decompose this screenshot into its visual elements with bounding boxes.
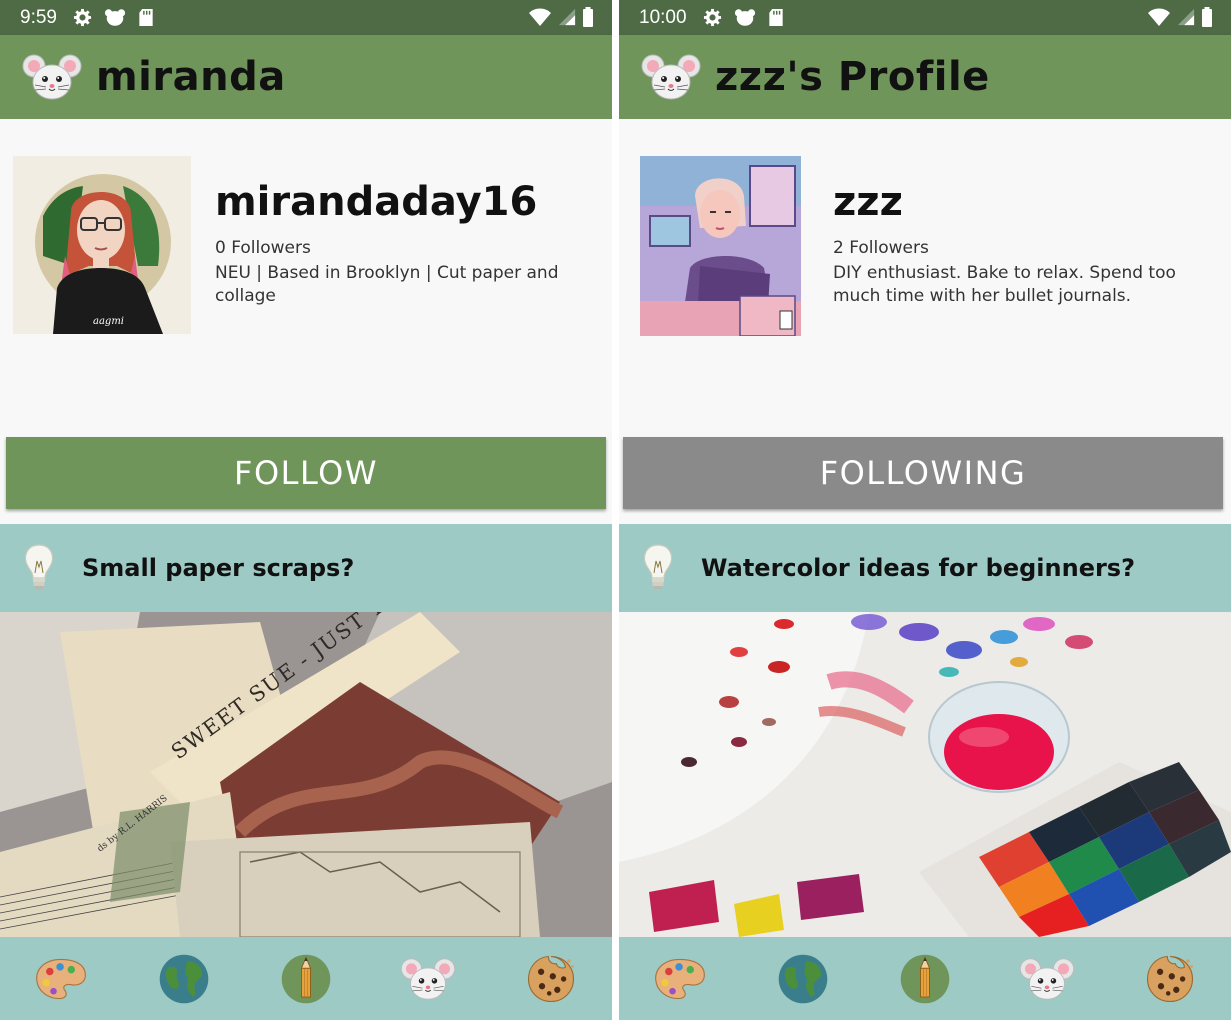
palette-icon [652,955,708,1003]
mouse-icon [400,956,456,1002]
post-image[interactable] [619,612,1231,937]
app-bar: zzz's Profile [619,35,1231,119]
globe-icon [776,952,830,1006]
username: mirandaday16 [215,179,538,225]
post-question: Watercolor ideas for beginners? [701,554,1136,582]
pencil-icon [279,952,333,1006]
wifi-icon [1147,7,1171,27]
bear-icon [104,8,126,27]
cookie-icon [524,952,578,1006]
mouse-icon [1019,956,1075,1002]
profile-info: mirandaday16 0 Followers NEU | Based in … [215,177,585,308]
bio: NEU | Based in Brooklyn | Cut paper and … [215,263,559,306]
sd-card-icon [138,8,154,27]
nav-pencil[interactable] [276,949,336,1009]
wifi-icon [528,7,552,27]
profile-screen-zzz: 10:00 zzz's Profile zzz 2 Followers DIY … [619,0,1231,1020]
post-header[interactable]: Small paper scraps? [0,524,612,612]
post-header[interactable]: Watercolor ideas for beginners? [619,524,1231,612]
gear-icon [73,8,92,27]
follow-button[interactable]: FOLLOW [6,437,606,509]
bear-icon [734,8,756,27]
status-bar: 9:59 [0,0,612,35]
profile-header: zzz 2 Followers DIY enthusiast. Bake to … [619,119,1231,437]
sd-card-icon [768,8,784,27]
globe-icon [157,952,211,1006]
bottom-navigation [619,937,1231,1020]
bio: DIY enthusiast. Bake to relax. Spend too… [833,263,1176,306]
nav-mouse[interactable] [1017,949,1077,1009]
status-time: 9:59 [20,6,57,28]
followers-count[interactable]: 2 Followers [833,237,1203,259]
status-bar: 10:00 [619,0,1231,35]
post-image[interactable]: SWEET SUE - JUST YO ds by R.L. HARRIS [0,612,612,937]
nav-globe[interactable] [154,949,214,1009]
battery-icon [582,7,594,27]
username: zzz [833,179,903,225]
svg-text:aagmi: aagmi [93,316,124,327]
nav-palette[interactable] [650,949,710,1009]
followers-count[interactable]: 0 Followers [215,237,585,259]
nav-cookie[interactable] [1140,949,1200,1009]
gear-icon [703,8,722,27]
lightbulb-icon [641,543,675,593]
palette-icon [33,955,89,1003]
signal-icon [558,8,576,26]
mouse-logo-icon[interactable] [641,52,701,102]
pencil-icon [898,952,952,1006]
app-bar-title: zzz's Profile [715,54,990,100]
battery-icon [1201,7,1213,27]
following-button[interactable]: FOLLOWING [623,437,1223,509]
nav-mouse[interactable] [398,949,458,1009]
nav-pencil[interactable] [895,949,955,1009]
profile-screen-miranda: 9:59 miranda aagmi mirandaday16 0 Follow… [0,0,612,1020]
nav-palette[interactable] [31,949,91,1009]
app-bar: miranda [0,35,612,119]
lightbulb-icon [22,543,56,593]
nav-globe[interactable] [773,949,833,1009]
post-question: Small paper scraps? [82,554,355,582]
avatar[interactable] [640,156,801,336]
nav-cookie[interactable] [521,949,581,1009]
app-bar-title: miranda [96,54,286,100]
cookie-icon [1143,952,1197,1006]
profile-header: aagmi mirandaday16 0 Followers NEU | Bas… [0,119,612,437]
status-time: 10:00 [639,6,687,28]
bottom-navigation [0,937,612,1020]
signal-icon [1177,8,1195,26]
profile-info: zzz 2 Followers DIY enthusiast. Bake to … [833,177,1203,308]
mouse-logo-icon[interactable] [22,52,82,102]
avatar[interactable]: aagmi [13,156,191,334]
